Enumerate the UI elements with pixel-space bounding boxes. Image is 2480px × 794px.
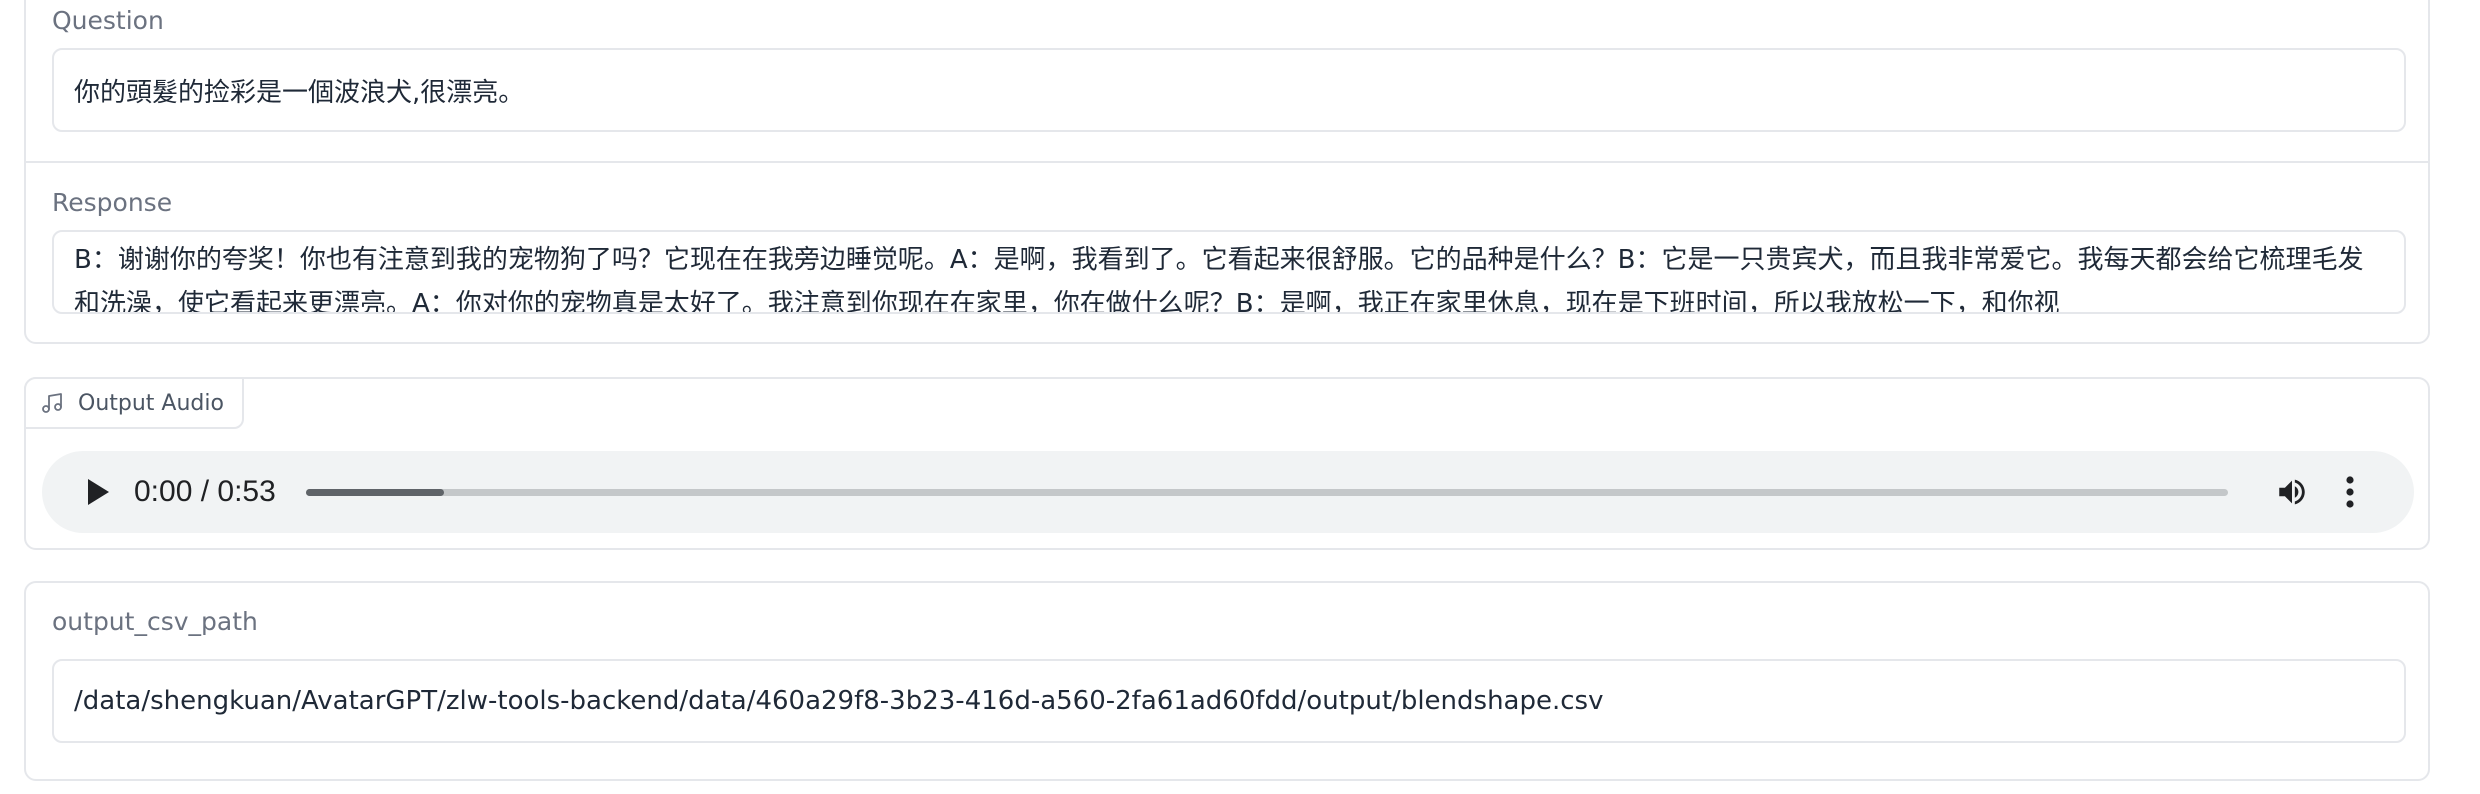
more-vert-icon <box>2346 476 2354 508</box>
qa-panel: Question 你的頭髮的捡彩是一個波浪犬,很漂亮。 Response B：谢… <box>24 0 2430 344</box>
page: Question 你的頭髮的捡彩是一個波浪犬,很漂亮。 Response B：谢… <box>0 0 2480 794</box>
volume-icon <box>2279 479 2305 505</box>
csv-panel: output_csv_path /data/shengkuan/AvatarGP… <box>24 581 2430 781</box>
question-label: Question <box>52 6 164 35</box>
play-icon <box>88 479 109 505</box>
csv-path-text: /data/shengkuan/AvatarGPT/zlw-tools-back… <box>74 686 1604 716</box>
audio-tag: Output Audio <box>24 377 244 429</box>
audio-panel: Output Audio 0:00 / 0:53 <box>24 377 2430 550</box>
audio-tag-label: Output Audio <box>78 390 224 416</box>
csv-path-field[interactable]: /data/shengkuan/AvatarGPT/zlw-tools-back… <box>52 659 2406 743</box>
response-text: B：谢谢你的夸奖！你也有注意到我的宠物狗了吗？它现在在我旁边睡觉呢。A：是啊，我… <box>74 245 2364 314</box>
question-text: 你的頭髮的捡彩是一個波浪犬,很漂亮。 <box>74 77 525 108</box>
more-options-button[interactable] <box>2332 470 2368 514</box>
response-field[interactable]: B：谢谢你的夸奖！你也有注意到我的宠物狗了吗？它现在在我旁边睡觉呢。A：是啊，我… <box>52 230 2406 314</box>
time-display: 0:00 / 0:53 <box>134 475 276 508</box>
music-note-icon <box>40 391 64 415</box>
question-field[interactable]: 你的頭髮的捡彩是一個波浪犬,很漂亮。 <box>52 48 2406 132</box>
section-divider <box>26 161 2428 163</box>
volume-button[interactable] <box>2270 470 2314 514</box>
csv-label: output_csv_path <box>52 607 258 636</box>
response-label: Response <box>52 188 173 217</box>
audio-player[interactable]: 0:00 / 0:53 <box>42 451 2414 533</box>
progress-fill <box>305 488 445 496</box>
progress-slider[interactable] <box>305 488 2228 496</box>
play-button[interactable] <box>78 472 118 512</box>
